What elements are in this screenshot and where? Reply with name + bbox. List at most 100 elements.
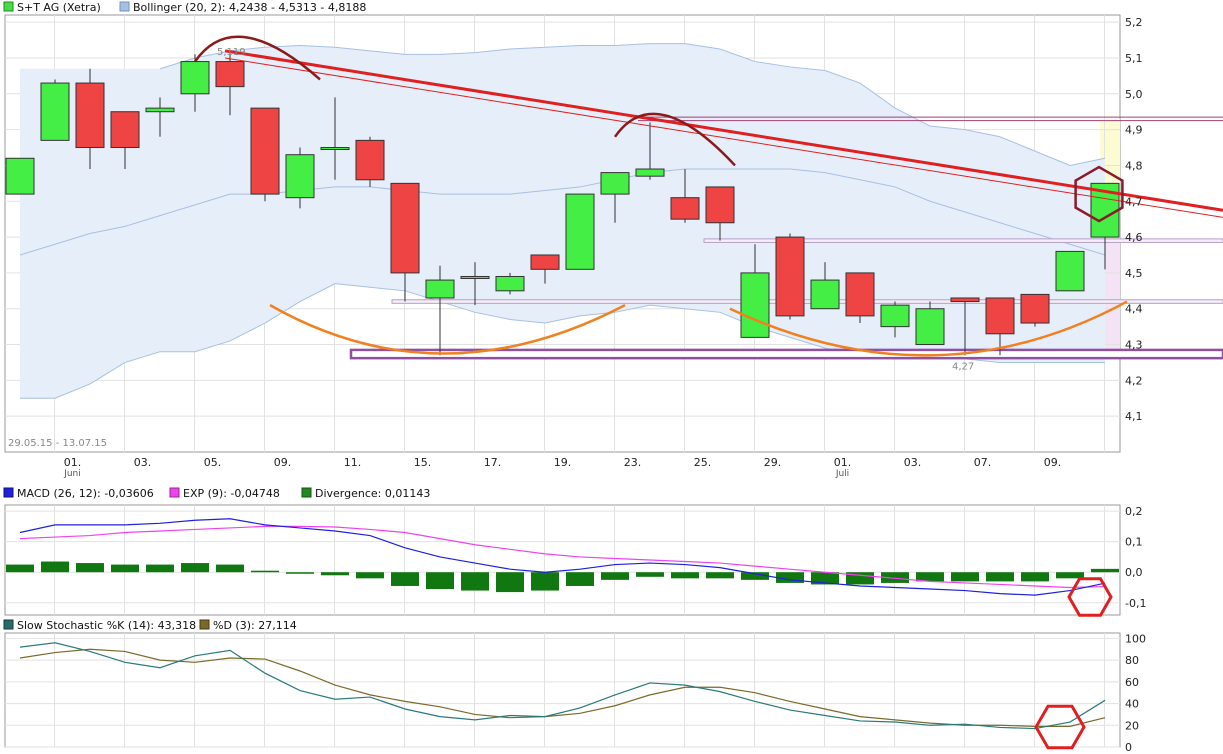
stoch-label: %D (3): 27,114 (213, 619, 297, 632)
stoch-swatch (3, 619, 14, 630)
candle-down (845, 272, 875, 317)
main-label: Bollinger (20, 2): 4,2438 - 4,5313 - 4,8… (133, 1, 366, 14)
macd-label: EXP (9): -0,04748 (183, 487, 280, 500)
x-tick-label: 11. (344, 456, 362, 469)
divergence-bar (76, 563, 104, 573)
y-tick-label: 0,1 (1125, 536, 1143, 549)
candle-down (250, 107, 280, 195)
y-tick-label: 4,8 (1125, 159, 1143, 172)
y-tick-label: 0 (1125, 741, 1132, 754)
divergence-bar (951, 572, 979, 582)
x-tick-month: Juni (63, 469, 81, 479)
candle-up (425, 279, 455, 299)
candle-down (985, 297, 1015, 335)
macd-label: Divergence: 0,01143 (315, 487, 430, 500)
stoch-label: Slow Stochastic %K (14): 43,318 (17, 619, 196, 632)
main-label: S+T AG (Xetra) (17, 1, 101, 14)
y-tick-label: -0,1 (1125, 597, 1146, 610)
candle-down (950, 297, 980, 303)
divergence-bar (111, 564, 139, 573)
x-tick-label: 29. (764, 456, 782, 469)
date-range-label: 29.05.15 - 13.07.15 (8, 438, 107, 449)
candle-down (775, 236, 805, 317)
x-tick-label: 03. (904, 456, 922, 469)
divergence-bar (1091, 568, 1119, 573)
candle-up (5, 157, 35, 195)
y-tick-label: 20 (1125, 719, 1139, 732)
y-tick-label: 4,7 (1125, 195, 1143, 208)
divergence-bar (41, 561, 69, 573)
divergence-bar (461, 572, 489, 591)
divergence-bar (391, 572, 419, 586)
candle-up (880, 304, 910, 328)
stoch-swatch (199, 619, 210, 630)
candle-up (810, 279, 840, 310)
y-tick-label: 0,0 (1125, 566, 1143, 579)
x-tick-month: Juli (835, 469, 849, 479)
divergence-bar (6, 564, 34, 573)
candle-down (110, 111, 140, 149)
y-tick-label: 4,4 (1125, 303, 1143, 316)
candle-down (705, 186, 735, 224)
divergence-bar (286, 572, 314, 574)
y-tick-label: 4,3 (1125, 339, 1143, 352)
x-tick-label: 01. (834, 456, 852, 469)
main-swatch (3, 1, 14, 12)
macd-swatch (169, 487, 180, 498)
stochastic-panel (4, 632, 1121, 748)
divergence-bar (321, 572, 349, 576)
y-tick-label: 5,0 (1125, 88, 1143, 101)
divergence-bar (671, 572, 699, 579)
y-tick-label: 100 (1125, 632, 1146, 645)
x-tick-label: 03. (134, 456, 152, 469)
y-tick-label: 4,6 (1125, 231, 1143, 244)
candle-down (355, 139, 385, 181)
y-tick-label: 5,2 (1125, 16, 1143, 29)
divergence-bar (601, 572, 629, 580)
divergence-bar (426, 572, 454, 590)
x-tick-label: 17. (484, 456, 502, 469)
candle-up (915, 308, 945, 346)
y-tick-label: 4,5 (1125, 267, 1143, 280)
candle-up (320, 147, 350, 151)
macd-swatch (3, 487, 14, 498)
y-tick-label: 4,9 (1125, 124, 1143, 137)
divergence-bar (986, 572, 1014, 582)
x-tick-label: 25. (694, 456, 712, 469)
macd-swatch (301, 487, 312, 498)
candle-up (495, 275, 525, 292)
divergence-bar (636, 572, 664, 577)
divergence-bar (566, 572, 594, 586)
candle-up (460, 275, 490, 279)
support-line-mid (391, 299, 1223, 304)
macd-label: MACD (26, 12): -0,03606 (17, 487, 154, 500)
candle-down (670, 197, 700, 220)
y-tick-label: 40 (1125, 698, 1139, 711)
divergence-bar (531, 572, 559, 591)
candle-down (75, 82, 105, 149)
stock-chart: 5,119 4,27 29.05.15 - 13.07.15 S+T AG (Xet… (3, 1, 1223, 754)
candle-up (145, 107, 175, 113)
y-tick-label: 4,1 (1125, 410, 1143, 423)
x-tick-label: 15. (414, 456, 432, 469)
main-swatch (119, 1, 130, 12)
candle-up (600, 172, 630, 195)
divergence-bar (356, 572, 384, 579)
y-tick-label: 80 (1125, 654, 1139, 667)
y-tick-label: 0,2 (1125, 505, 1143, 518)
candle-down (215, 61, 245, 88)
x-tick-label: 09. (274, 456, 292, 469)
candle-up (285, 154, 315, 199)
low-annotation: 4,27 (952, 361, 974, 372)
divergence-bar (146, 564, 174, 573)
candle-down (1020, 293, 1050, 324)
y-tick-label: 4,2 (1125, 374, 1143, 387)
x-tick-label: 07. (974, 456, 992, 469)
x-tick-label: 01. (64, 456, 82, 469)
divergence-bar (216, 564, 244, 573)
divergence-bar (181, 563, 209, 573)
candle-up (740, 272, 770, 338)
candle-up (180, 61, 210, 95)
x-tick-label: 23. (624, 456, 642, 469)
x-tick-label: 05. (204, 456, 222, 469)
